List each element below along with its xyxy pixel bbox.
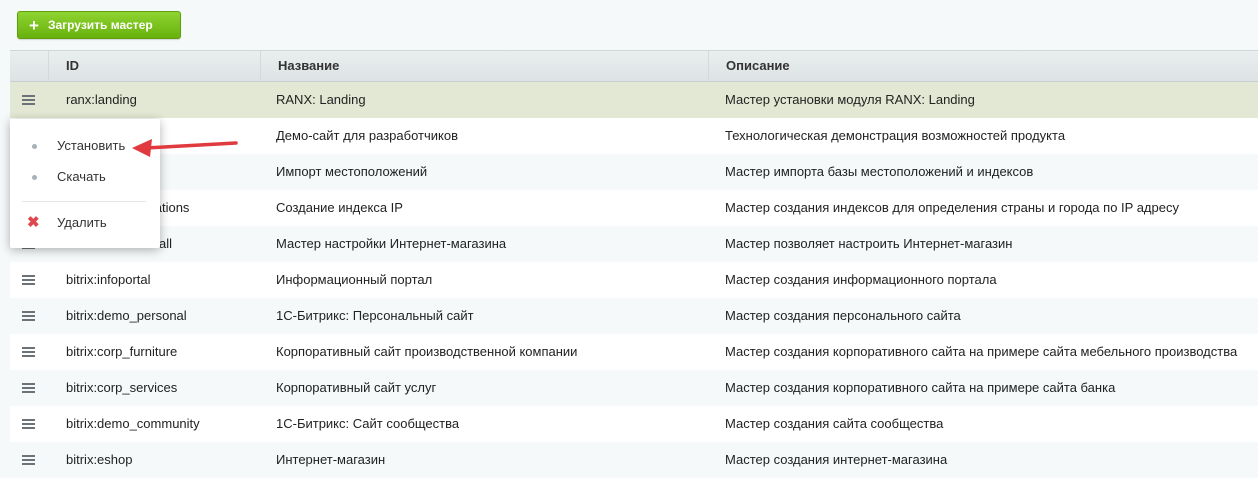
row-name: Демо-сайт для разработчиков (276, 128, 458, 143)
row-description: Мастер создания индексов для определения… (725, 200, 1179, 215)
table-row[interactable]: ocations Создание индекса IP Мастер созд… (10, 190, 1258, 226)
table-row[interactable]: bitrix:infoportal Информационный портал … (10, 262, 1258, 298)
row-name: Мастер настройки Интернет-магазина (276, 236, 507, 251)
menu-item-install-label: Установить (57, 138, 126, 153)
row-description: Мастер установки модуля RANX: Landing (725, 92, 975, 107)
menu-item-delete-label: Удалить (57, 215, 107, 230)
menu-item-download[interactable]: Скачать (10, 163, 160, 191)
row-menu-icon[interactable] (22, 95, 35, 105)
row-id: bitrix:corp_services (66, 380, 178, 395)
header-id[interactable]: ID (49, 51, 261, 81)
red-arrow-annotation (132, 139, 238, 157)
toolbar: + Загрузить мастер (0, 0, 1258, 50)
row-name: Импорт местоположений (276, 164, 428, 179)
table-row[interactable]: bitrix:corp_furniture Корпоративный сайт… (10, 334, 1258, 370)
row-id: bitrix:infoportal (66, 272, 151, 287)
row-menu-icon[interactable] (22, 347, 35, 357)
menu-item-delete[interactable]: ✖ Удалить (10, 209, 160, 237)
row-menu-icon[interactable] (22, 455, 35, 465)
bullet-icon (32, 175, 37, 180)
row-id: all (159, 236, 173, 251)
row-menu-icon[interactable] (22, 383, 35, 393)
header-menu-column (10, 51, 49, 81)
table-row[interactable]: all Мастер настройки Интернет-магазина М… (10, 226, 1258, 262)
row-menu-icon[interactable] (22, 275, 35, 285)
delete-icon: ✖ (27, 214, 40, 231)
row-description: Мастер создания сайта сообщества (725, 416, 944, 431)
bullet-icon (32, 144, 37, 149)
masters-table: ID Название Описание ranx:landing RANX: … (10, 50, 1258, 478)
row-menu-icon[interactable] (22, 419, 35, 429)
plus-icon: + (29, 15, 39, 35)
row-description: Мастер создания персонального сайта (725, 308, 961, 323)
row-description: Мастер создания корпоративного сайта на … (725, 344, 1238, 359)
row-name: Корпоративный сайт производственной комп… (276, 344, 578, 359)
table-row[interactable]: bitrix:demo_community 1С-Битрикс: Сайт с… (10, 406, 1258, 442)
table-row[interactable]: ranx:landing RANX: Landing Мастер устано… (10, 82, 1258, 118)
row-name: 1С-Битрикс: Сайт сообщества (276, 416, 460, 431)
upload-master-button[interactable]: + Загрузить мастер (17, 11, 181, 39)
menu-separator (22, 201, 146, 202)
table-header: ID Название Описание (10, 50, 1258, 82)
row-name: 1С-Битрикс: Персональный сайт (276, 308, 474, 323)
table-row[interactable]: bitrix:corp_services Корпоративный сайт … (10, 370, 1258, 406)
table-row[interactable]: bitrix:demo_personal 1С-Битрикс: Персона… (10, 298, 1258, 334)
table-row[interactable]: ations Импорт местоположений Мастер импо… (10, 154, 1258, 190)
row-name: RANX: Landing (276, 92, 366, 107)
row-id: bitrix:demo_personal (66, 308, 187, 323)
row-description: Мастер создания информационного портала (725, 272, 997, 287)
header-name[interactable]: Название (261, 51, 709, 81)
row-id: bitrix:corp_furniture (66, 344, 178, 359)
row-name: Создание индекса IP (276, 200, 403, 215)
row-description: Мастер импорта базы местоположений и инд… (725, 164, 1034, 179)
header-description[interactable]: Описание (709, 51, 1258, 81)
row-id: ranx:landing (66, 92, 137, 107)
row-description: Мастер позволяет настроить Интернет-мага… (725, 236, 1013, 251)
row-description: Технологическая демонстрация возможносте… (725, 128, 1066, 143)
menu-item-download-label: Скачать (57, 169, 106, 184)
row-name: Корпоративный сайт услуг (276, 380, 437, 395)
row-description: Мастер создания корпоративного сайта на … (725, 380, 1116, 395)
row-id: bitrix:demo_community (66, 416, 200, 431)
upload-master-label: Загрузить мастер (47, 18, 153, 32)
row-menu-icon[interactable] (22, 311, 35, 321)
row-name: Информационный портал (276, 272, 433, 287)
